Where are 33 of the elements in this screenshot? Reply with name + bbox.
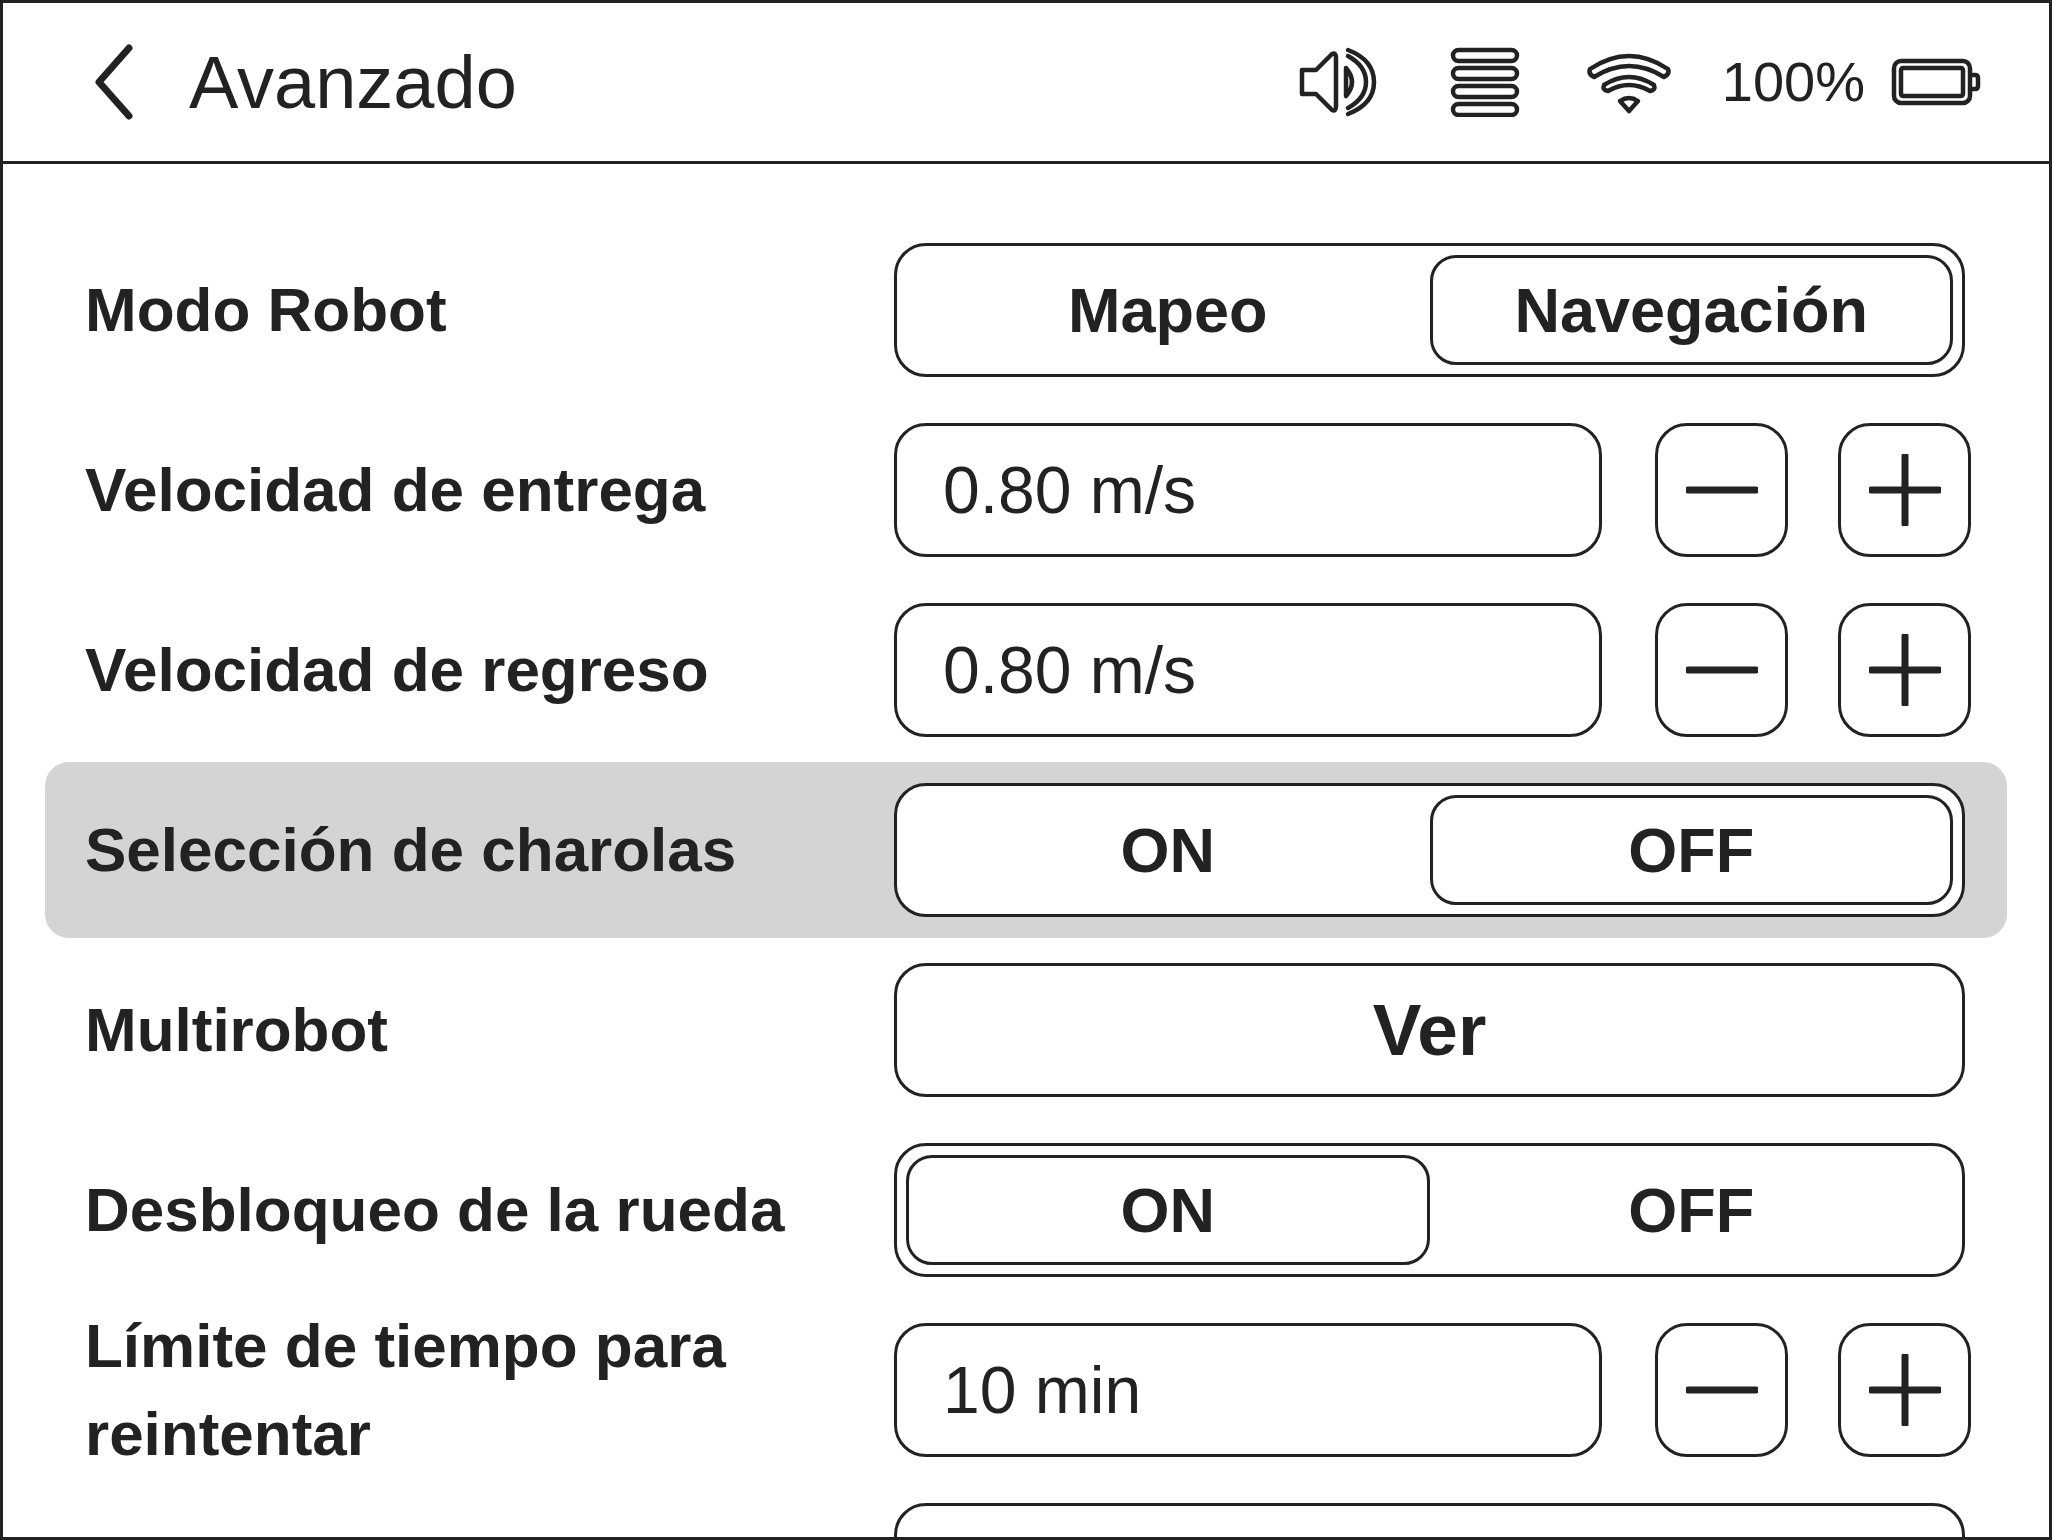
- plus-icon: [1868, 454, 1941, 526]
- value-field[interactable]: 10 min: [894, 1323, 1602, 1457]
- minus-icon: [1685, 485, 1758, 495]
- battery-icon[interactable]: [1891, 58, 1981, 106]
- value-field[interactable]: 0.80 m/s: [894, 603, 1602, 737]
- setting-label: Desbloqueo de la rueda: [85, 1174, 786, 1246]
- view-button[interactable]: Ver: [894, 963, 1965, 1097]
- plus-icon: [1868, 634, 1941, 706]
- setting-label: Multirobot: [85, 994, 389, 1066]
- setting-label: Velocidad de entrega: [85, 454, 707, 526]
- page-title: Avanzado: [189, 39, 517, 126]
- segment-tab[interactable]: Navegación: [1429, 255, 1953, 365]
- increase-button[interactable]: [1838, 1323, 1971, 1457]
- increase-button[interactable]: [1838, 423, 1971, 557]
- segment-tab[interactable]: OFF: [1429, 1155, 1953, 1265]
- setting-label: Límite de tiempo para reintentar: [85, 1310, 727, 1470]
- segment-tab[interactable]: ON: [906, 1155, 1430, 1265]
- segment-tab[interactable]: ON: [906, 795, 1430, 905]
- setting-label: Modo Robot: [85, 274, 448, 346]
- plus-icon: [1868, 1354, 1941, 1426]
- value-field[interactable]: 0.80 m/s: [894, 423, 1602, 557]
- increase-button[interactable]: [1838, 603, 1971, 737]
- segment-tab[interactable]: Mapeo: [906, 255, 1430, 365]
- segment-tab[interactable]: OFF: [1429, 795, 1953, 905]
- stack-icon[interactable]: [1449, 47, 1520, 117]
- decrease-button[interactable]: [1655, 603, 1788, 737]
- battery-percent: 100%: [1721, 49, 1865, 115]
- decrease-button[interactable]: [1655, 1323, 1788, 1457]
- setting-label: Selección de charolas: [85, 814, 738, 886]
- minus-icon: [1685, 1385, 1758, 1395]
- setting-label: Velocidad de regreso: [85, 634, 710, 706]
- minus-icon: [1685, 665, 1758, 675]
- decrease-button[interactable]: [1655, 423, 1788, 557]
